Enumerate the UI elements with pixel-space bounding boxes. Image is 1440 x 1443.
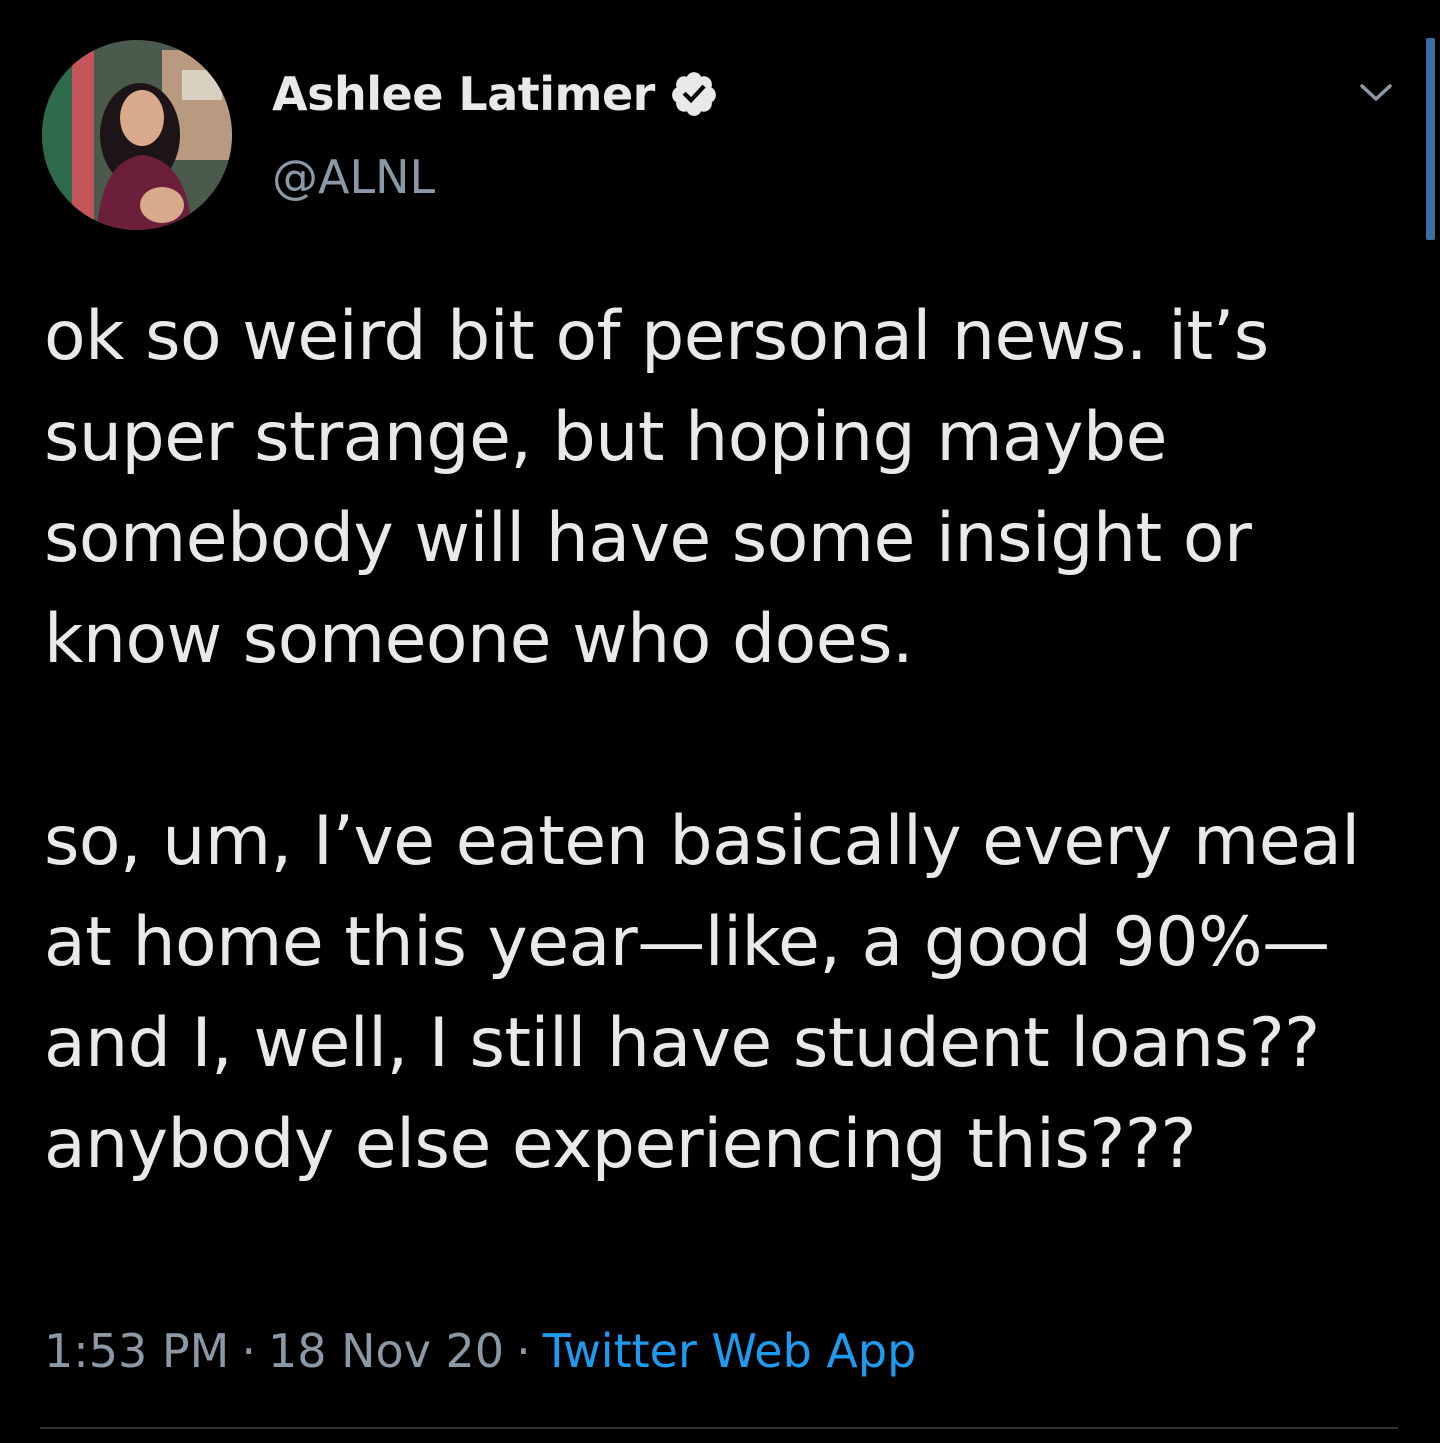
- avatar[interactable]: [42, 40, 232, 230]
- tweet-source-link[interactable]: Twitter Web App: [543, 1324, 917, 1378]
- tweet-text: ok so weird bit of personal news. it’s s…: [44, 297, 1360, 1184]
- meta-separator: ·: [241, 1324, 256, 1378]
- verified-badge-icon: [671, 72, 716, 116]
- tweet-meta: 1:53 PM · 18 Nov 20 · Twitter Web App: [44, 1318, 916, 1384]
- author-name[interactable]: Ashlee Latimer: [272, 67, 655, 121]
- tweet-time[interactable]: 1:53 PM: [44, 1324, 229, 1378]
- meta-separator: ·: [516, 1324, 531, 1378]
- divider: [40, 1427, 1398, 1429]
- chevron-down-icon[interactable]: [1356, 72, 1396, 112]
- scrollbar[interactable]: [1426, 38, 1435, 240]
- avatar-photo: [42, 40, 232, 230]
- tweet-date[interactable]: 18 Nov 20: [268, 1324, 504, 1378]
- author-handle[interactable]: @ALNL: [272, 150, 435, 204]
- author-name-row[interactable]: Ashlee Latimer: [272, 62, 719, 126]
